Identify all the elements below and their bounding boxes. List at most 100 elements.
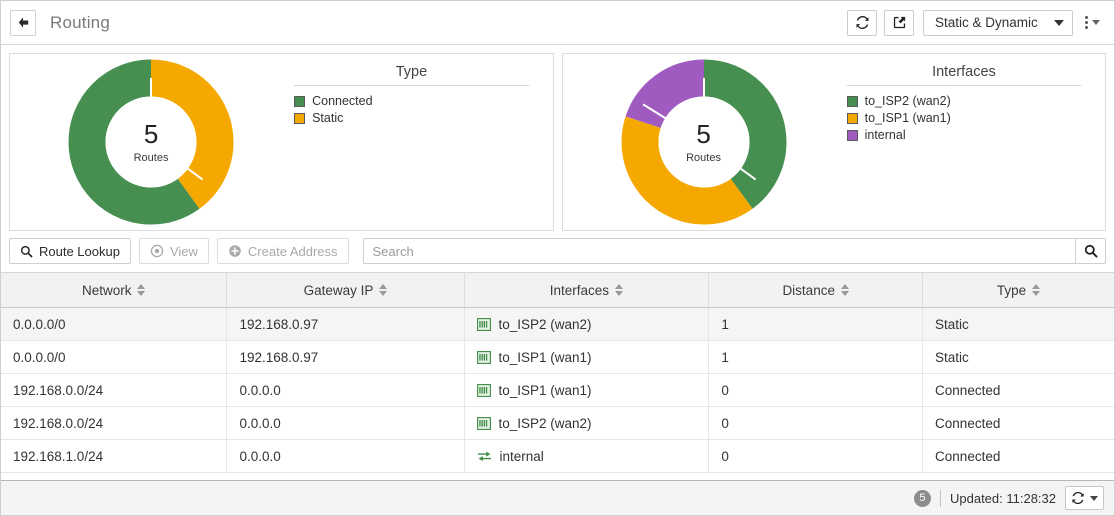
page-header: Routing Static & Dynamic bbox=[1, 1, 1114, 45]
more-options-icon bbox=[1085, 16, 1088, 29]
back-button[interactable] bbox=[10, 9, 36, 36]
chevron-down-icon bbox=[1090, 495, 1098, 501]
create-address-label: Create Address bbox=[247, 243, 338, 259]
table-toolbar: Route Lookup View Create Address bbox=[1, 231, 1114, 272]
refresh-button[interactable] bbox=[847, 9, 877, 36]
legend-item-internal[interactable]: internal bbox=[846, 128, 1084, 142]
updated-timestamp: Updated: 11:28:32 bbox=[949, 490, 1056, 506]
refresh-icon bbox=[856, 16, 868, 29]
switch-interface-icon bbox=[477, 450, 492, 463]
cell-distance: 1 bbox=[708, 340, 924, 374]
route-type-filter-select[interactable]: Static & Dynamic bbox=[923, 9, 1073, 36]
type-legend-items: Connected Static bbox=[292, 94, 531, 125]
legend-swatch-icon bbox=[846, 95, 858, 107]
donut-hole bbox=[658, 96, 750, 188]
legend-swatch-icon bbox=[846, 129, 858, 141]
search-icon bbox=[1084, 244, 1097, 258]
type-donut-chart[interactable]: 5 Routes bbox=[68, 59, 234, 225]
route-lookup-label: Route Lookup bbox=[39, 243, 120, 259]
interfaces-legend-title: Interfaces bbox=[846, 64, 1082, 86]
legend-swatch-icon bbox=[294, 95, 306, 107]
routing-table: Network Gateway IP Interfaces Distance T… bbox=[1, 272, 1114, 473]
cell-network: 192.168.0.0/24 bbox=[1, 373, 228, 407]
routing-table-area: Network Gateway IP Interfaces Distance T… bbox=[1, 272, 1114, 480]
route-lookup-button[interactable]: Route Lookup bbox=[9, 238, 131, 264]
sort-icon bbox=[1032, 284, 1041, 296]
column-header-label: Gateway IP bbox=[303, 282, 374, 298]
legend-label: to_ISP2 (wan2) bbox=[864, 94, 951, 108]
legend-label: Static bbox=[312, 111, 344, 125]
legend-item-to-isp2[interactable]: to_ISP2 (wan2) bbox=[846, 94, 1084, 108]
wan-port-icon bbox=[476, 383, 491, 397]
legend-item-connected[interactable]: Connected bbox=[294, 94, 531, 108]
cell-type: Connected bbox=[922, 439, 1114, 473]
search-icon bbox=[20, 245, 33, 258]
footer-refresh-button[interactable] bbox=[1065, 486, 1104, 510]
search-input[interactable] bbox=[362, 238, 1075, 264]
column-header-label: Type bbox=[996, 282, 1027, 298]
legend-swatch-icon bbox=[294, 112, 306, 124]
footer-divider bbox=[939, 489, 941, 507]
wan-port-icon bbox=[476, 350, 491, 364]
cell-type: Static bbox=[922, 340, 1114, 374]
row-count-badge: 5 bbox=[913, 489, 931, 507]
column-header-gateway-ip[interactable]: Gateway IP bbox=[226, 272, 465, 308]
interfaces-donut-chart[interactable]: 5 Routes bbox=[621, 59, 787, 225]
interface-label: to_ISP1 (wan1) bbox=[498, 382, 592, 398]
legend-label: to_ISP1 (wan1) bbox=[864, 111, 951, 125]
view-button[interactable]: View bbox=[138, 238, 209, 264]
search-submit-button[interactable] bbox=[1075, 238, 1106, 264]
cell-gateway-ip: 192.168.0.97 bbox=[226, 307, 465, 341]
interfaces-legend-items: to_ISP2 (wan2) to_ISP1 (wan1) internal bbox=[845, 94, 1084, 142]
type-chart-card: 5 Routes Type Connected Static bbox=[9, 53, 554, 231]
cell-type: Connected bbox=[922, 406, 1114, 440]
sort-icon bbox=[379, 284, 388, 296]
column-header-interfaces[interactable]: Interfaces bbox=[464, 272, 710, 308]
type-legend: Type Connected Static bbox=[292, 64, 533, 128]
sort-icon bbox=[840, 284, 849, 296]
cell-distance: 1 bbox=[708, 307, 924, 341]
interface-label: internal bbox=[499, 448, 544, 464]
legend-label: internal bbox=[864, 128, 906, 142]
cell-type: Static bbox=[922, 307, 1114, 341]
table-row[interactable]: 0.0.0.0/0 192.168.0.97 bbox=[1, 340, 1114, 374]
create-address-button[interactable]: Create Address bbox=[216, 238, 349, 264]
column-header-network[interactable]: Network bbox=[1, 272, 228, 308]
type-donut-wrap: 5 Routes bbox=[10, 54, 292, 230]
more-options-button[interactable] bbox=[1083, 14, 1102, 31]
table-row[interactable]: 192.168.0.0/24 0.0.0.0 bbox=[1, 406, 1114, 440]
legend-item-static[interactable]: Static bbox=[294, 111, 531, 125]
interfaces-chart-card: 5 Routes Interfaces to_ISP2 (wan2) to_IS… bbox=[561, 53, 1106, 231]
cell-interfaces: to_ISP1 (wan1) bbox=[464, 340, 710, 374]
routing-page: Routing Static & Dynamic 5 Routes Type C… bbox=[0, 0, 1115, 516]
interface-label: to_ISP1 (wan1) bbox=[498, 349, 592, 365]
external-link-icon bbox=[893, 16, 905, 29]
table-header-row: Network Gateway IP Interfaces Distance T… bbox=[1, 272, 1114, 308]
cell-interfaces: to_ISP2 (wan2) bbox=[464, 406, 710, 440]
cell-gateway-ip: 192.168.0.97 bbox=[226, 340, 465, 374]
column-header-distance[interactable]: Distance bbox=[708, 272, 924, 308]
cell-network: 192.168.0.0/24 bbox=[1, 406, 228, 440]
eye-icon bbox=[150, 244, 164, 258]
interfaces-donut-svg bbox=[621, 59, 787, 225]
route-type-filter-value: Static & Dynamic bbox=[935, 15, 1038, 30]
column-header-label: Interfaces bbox=[549, 282, 610, 298]
table-row[interactable]: 192.168.1.0/24 0.0.0.0 internal 0 Connec… bbox=[1, 439, 1114, 473]
cell-distance: 0 bbox=[708, 406, 924, 440]
legend-item-to-isp1[interactable]: to_ISP1 (wan1) bbox=[846, 111, 1084, 125]
cell-gateway-ip: 0.0.0.0 bbox=[226, 439, 465, 473]
column-header-label: Network bbox=[81, 282, 132, 298]
table-row[interactable]: 0.0.0.0/0 192.168.0.97 bbox=[1, 307, 1114, 341]
interfaces-donut-wrap: 5 Routes bbox=[563, 54, 845, 230]
chevron-down-icon bbox=[1054, 19, 1064, 26]
cell-network: 0.0.0.0/0 bbox=[1, 307, 228, 341]
chevron-down-icon bbox=[1092, 20, 1100, 25]
sort-icon bbox=[137, 284, 146, 296]
column-header-type[interactable]: Type bbox=[922, 272, 1114, 308]
open-in-new-window-button[interactable] bbox=[884, 9, 914, 36]
refresh-icon bbox=[1072, 491, 1084, 505]
table-row[interactable]: 192.168.0.0/24 0.0.0.0 bbox=[1, 373, 1114, 407]
plus-circle-icon bbox=[228, 244, 242, 258]
cell-gateway-ip: 0.0.0.0 bbox=[226, 373, 465, 407]
view-label: View bbox=[169, 243, 198, 259]
